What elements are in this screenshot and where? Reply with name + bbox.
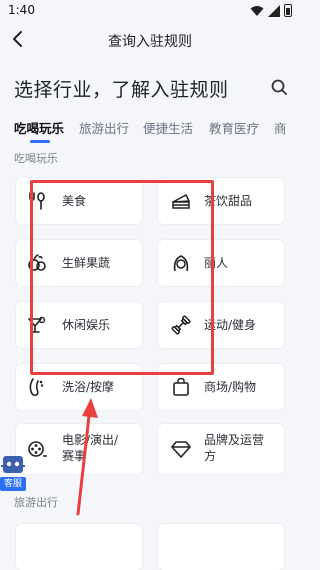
tab-shopping[interactable]: 商 bbox=[274, 118, 287, 137]
annotation-arrow-icon bbox=[76, 398, 98, 516]
section-label-eat-drink-play: 吃喝玩乐 bbox=[14, 152, 58, 165]
tab-eat-drink-play[interactable]: 吃喝玩乐 bbox=[14, 118, 64, 137]
customer-service-button[interactable]: 客服 bbox=[0, 452, 26, 492]
diamond-icon bbox=[171, 441, 191, 458]
active-tab-indicator bbox=[30, 140, 50, 143]
category-card-brand-operator[interactable]: 品牌及运营方 bbox=[158, 424, 284, 474]
shopping-bag-icon bbox=[173, 377, 189, 396]
search-icon[interactable] bbox=[270, 78, 288, 96]
signal-icon bbox=[268, 4, 280, 17]
category-label: 品牌及运营方 bbox=[204, 433, 265, 463]
section-label-travel: 旅游出行 bbox=[14, 496, 58, 509]
tab-travel[interactable]: 旅游出行 bbox=[79, 118, 129, 137]
battery-icon bbox=[284, 4, 292, 17]
tab-convenient-life[interactable]: 便捷生活 bbox=[143, 118, 193, 137]
page-title: 查询入驻规则 bbox=[108, 34, 192, 50]
foot-icon bbox=[29, 378, 44, 396]
status-icons bbox=[250, 4, 292, 17]
category-label: 洗浴/按摩 bbox=[62, 380, 115, 394]
tab-education-medical[interactable]: 教育医疗 bbox=[209, 118, 259, 137]
film-reel-icon bbox=[28, 441, 47, 457]
category-card-partial[interactable] bbox=[158, 524, 284, 570]
page-heading: 选择行业，了解入驻规则 bbox=[14, 79, 229, 101]
status-time: 1:40 bbox=[8, 3, 35, 17]
wifi-icon bbox=[250, 5, 264, 16]
highlight-annotation-box bbox=[30, 180, 214, 375]
status-bar: 1:40 bbox=[0, 0, 300, 22]
customer-service-label: 客服 bbox=[0, 477, 26, 491]
category-label: 商场/购物 bbox=[204, 380, 257, 394]
nav-bar: 查询入驻规则 bbox=[0, 22, 300, 58]
customer-service-icon bbox=[1, 456, 25, 473]
category-card-partial[interactable] bbox=[16, 524, 142, 570]
